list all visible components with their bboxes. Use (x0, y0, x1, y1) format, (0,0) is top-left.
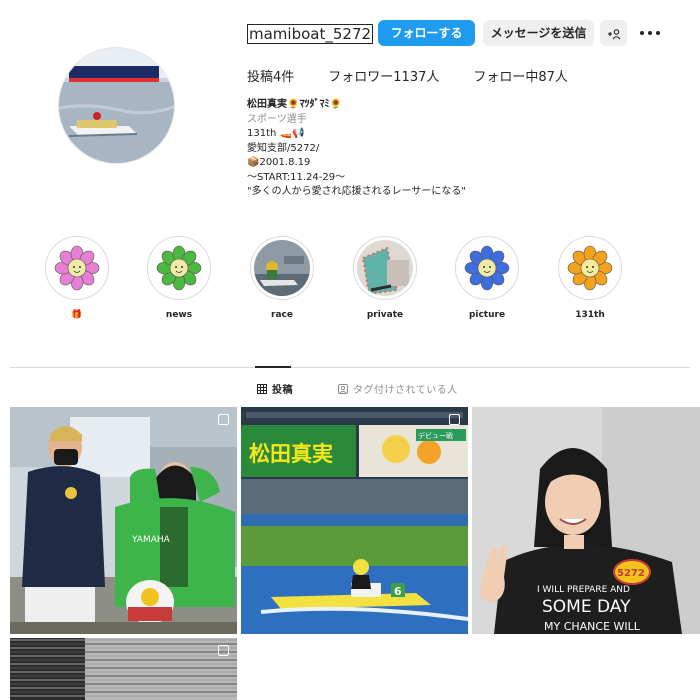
bio-line: 📦2001.8.19 (247, 157, 311, 168)
shirt-line3: MY CHANCE WILL (544, 620, 641, 633)
tab-tagged[interactable]: タグ付けされている人 (338, 381, 458, 396)
message-button[interactable]: メッセージを送信 (483, 20, 594, 46)
highlight-gift[interactable]: 🎁 (42, 236, 112, 322)
highlight-news[interactable]: news (144, 236, 214, 322)
race-banner-photo: 松田真実 デビュー戦 6 (241, 407, 468, 634)
posts-count: 投稿4件 (247, 70, 295, 85)
profile-username: mamiboat_5272 (247, 24, 374, 44)
tagged-person-icon (338, 383, 348, 394)
tab-divider (10, 367, 690, 368)
bio-name: 松田真実🌻ﾏﾂﾀﾞﾏﾐ🌻 (247, 99, 342, 110)
banner-tag: デビュー戦 (418, 431, 453, 440)
bio-line: 〜START:11.24-29〜 (247, 171, 346, 183)
boat-photo-icon (254, 240, 310, 296)
tab-tagged-label: タグ付けされている人 (353, 385, 458, 396)
banner-name: 松田真実 (249, 442, 333, 466)
highlight-race[interactable]: race (247, 236, 317, 322)
following-count[interactable]: フォロー中87人 (473, 66, 568, 85)
highlight-label: race (271, 310, 293, 320)
paddock-photo: YAMAHA (10, 407, 237, 634)
portrait-photo: 5272 I WILL PREPARE AND SOME DAY MY CHAN… (472, 407, 700, 634)
highlight-private[interactable]: private (350, 236, 420, 322)
orange-flower-icon (562, 240, 618, 296)
private-photo-icon (357, 240, 413, 296)
add-person-icon (607, 28, 620, 39)
highlight-label: news (165, 310, 193, 320)
post-item[interactable]: 5272 I WILL PREPARE AND SOME DAY MY CHAN… (472, 407, 700, 634)
carousel-icon (449, 414, 460, 425)
highlight-label: 🎁 (71, 310, 83, 320)
avatar-photo (59, 48, 174, 163)
shirt-line1: I WILL PREPARE AND (537, 585, 630, 595)
highlight-label: private (366, 310, 404, 320)
bio-category: スポーツ選手 (247, 113, 307, 125)
profile-bio: 松田真実🌻ﾏﾂﾀﾞﾏﾐ🌻 スポーツ選手 131th 🚤📢 愛知支部/5272/ … (247, 98, 466, 200)
profile-stats: 投稿4件 フォロワー1137人 フォロー中87人 (247, 66, 602, 85)
shirt-line2: SOME DAY (542, 597, 631, 617)
badge-text: 5272 (617, 568, 645, 579)
tab-posts[interactable]: 投稿 (257, 381, 293, 396)
post-item[interactable] (10, 638, 237, 700)
boat-number: 6 (394, 585, 402, 598)
green-flower-icon (151, 240, 207, 296)
highlight-label: 131th (575, 310, 605, 320)
highlight-131th[interactable]: 131th (555, 236, 625, 322)
active-tab-indicator (255, 366, 291, 368)
post-item[interactable]: 松田真実 デビュー戦 6 (241, 407, 468, 634)
highlight-picture[interactable]: picture (452, 236, 522, 322)
highlight-label: picture (468, 310, 506, 320)
bio-line: "多くの人から愛され応援されるレーサーになる" (247, 186, 466, 197)
follow-button[interactable]: フォローする (378, 20, 475, 46)
tab-posts-label: 投稿 (272, 385, 293, 396)
followers-count[interactable]: フォロワー1137人 (328, 66, 439, 85)
grid-icon (257, 383, 267, 394)
bio-line: 131th 🚤📢 (247, 128, 305, 139)
carousel-icon (218, 414, 229, 425)
carousel-icon (218, 645, 229, 656)
profile-avatar[interactable] (58, 47, 175, 164)
bio-line: 愛知支部/5272/ (247, 142, 320, 154)
shutter-photo (10, 638, 237, 700)
pink-flower-icon (49, 240, 105, 296)
svg-text:YAMAHA: YAMAHA (131, 535, 171, 545)
post-item[interactable]: YAMAHA (10, 407, 237, 634)
more-options-icon[interactable] (640, 26, 660, 40)
blue-flower-icon (459, 240, 515, 296)
suggest-user-button[interactable] (600, 20, 627, 46)
